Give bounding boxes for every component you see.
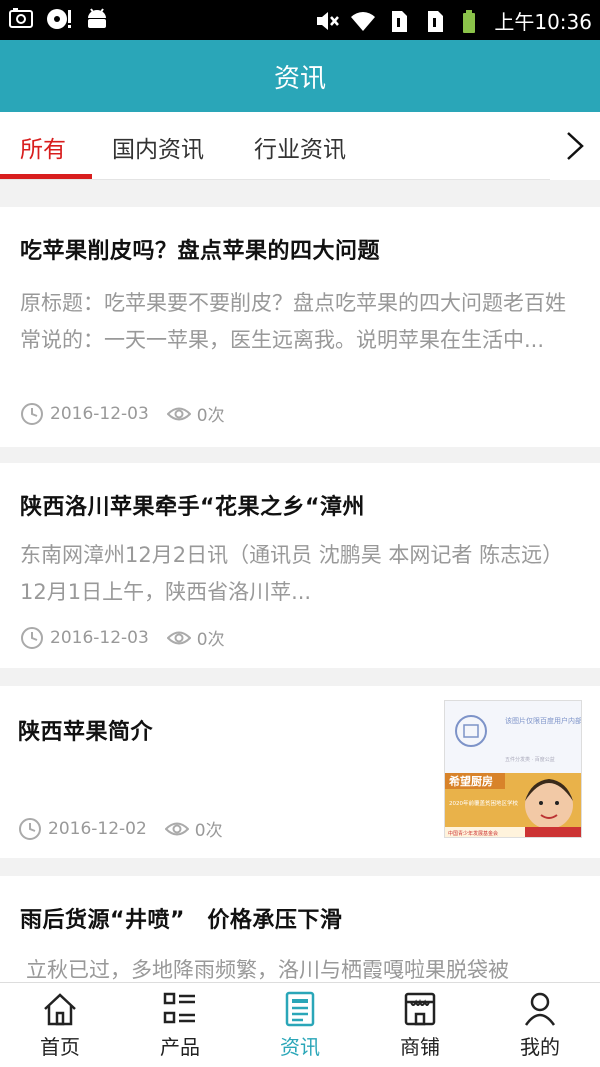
android-icon	[88, 8, 106, 28]
article-card[interactable]: 陕西苹果简介 2016-12-02 0次 该图片仅限百度用户内部交流使用 五件分…	[0, 686, 600, 858]
thumbnail-notice-text: 该图片仅限百度用户内部交流使用	[505, 716, 582, 725]
nav-profile-label: 我的	[520, 1034, 560, 1059]
article-meta: 2016-12-02 0次	[18, 816, 223, 841]
shop-icon	[404, 992, 436, 1025]
clock-icon	[21, 402, 43, 425]
nav-home[interactable]: 首页	[0, 983, 120, 1067]
article-date: 2016-12-03	[50, 403, 149, 424]
screenshot-icon	[9, 8, 33, 28]
page-title: 资讯	[273, 64, 326, 94]
eye-icon	[166, 631, 191, 644]
tab-all[interactable]: 所有	[20, 130, 66, 164]
thumbnail-banner-title: 希望厨房	[448, 774, 493, 788]
article-card[interactable]: 陕西洛川苹果牵手“花果之乡“漳州 东南网漳州12月2日讯（通讯员 沈鹏昊 本网记…	[0, 463, 600, 668]
disc-alert-icon	[47, 9, 71, 29]
chevron-right-icon	[567, 132, 584, 160]
battery-icon	[463, 9, 476, 33]
nav-products-label: 产品	[160, 1034, 200, 1059]
thumbnail-image: 该图片仅限百度用户内部交流使用 五件分发类 · 百度公益 希望厨房 2020年前…	[445, 701, 582, 837]
article-card[interactable]: 吃苹果削皮吗？盘点苹果的四大问题 原标题：吃苹果要不要削皮？盘点吃苹果的四大问题…	[0, 207, 600, 447]
article-meta: 2016-12-03 0次	[20, 625, 225, 650]
active-tab-indicator	[0, 174, 92, 179]
thumbnail-sub-text: 五件分发类 · 百度公益	[505, 756, 555, 763]
nav-home-label: 首页	[40, 1034, 80, 1059]
article-title[interactable]: 陕西洛川苹果牵手“花果之乡“漳州	[20, 489, 365, 521]
wifi-icon	[351, 11, 376, 31]
thumbnail-org-text: 中国青少年发展基金会	[448, 830, 498, 837]
app-header: 资讯	[0, 40, 600, 112]
article-summary: 原标题：吃苹果要不要削皮？盘点吃苹果的四大问题老百姓常说的：一天一苹果，医生远离…	[20, 291, 566, 352]
article-card[interactable]: 雨后货源“井喷” 价格承压下滑 立秋已过，多地降雨频繁，洛川与栖霞嘎啦果脱袋被	[0, 876, 600, 982]
nav-news[interactable]: 资讯	[240, 983, 360, 1067]
tab-domestic[interactable]: 国内资讯	[112, 130, 204, 164]
article-views: 0次	[196, 630, 225, 650]
article-meta: 2016-12-03 0次	[20, 401, 225, 426]
bottom-nav: 首页 产品 资讯 商铺 我的	[0, 982, 600, 1067]
nav-news-label: 资讯	[280, 1034, 320, 1059]
mute-icon	[317, 11, 340, 30]
sim1-icon	[392, 10, 408, 32]
news-icon	[285, 991, 315, 1026]
nav-profile[interactable]: 我的	[480, 983, 600, 1067]
sim2-icon	[428, 10, 444, 32]
article-title[interactable]: 陕西苹果简介	[18, 714, 153, 746]
status-bar: 上午10:36	[0, 0, 600, 40]
article-views: 0次	[196, 406, 225, 426]
status-time: 上午10:36	[494, 10, 592, 34]
article-title[interactable]: 雨后货源“井喷” 价格承压下滑	[20, 902, 342, 934]
nav-shop-label: 商铺	[400, 1034, 440, 1059]
nav-shop[interactable]: 商铺	[360, 983, 480, 1067]
category-tabs: 所有 国内资讯 行业资讯	[0, 112, 600, 180]
article-date: 2016-12-02	[48, 818, 147, 839]
user-icon	[524, 992, 556, 1026]
eye-icon	[166, 407, 191, 420]
nav-products[interactable]: 产品	[120, 983, 240, 1067]
grid-list-icon	[163, 992, 195, 1023]
article-title[interactable]: 吃苹果削皮吗？盘点苹果的四大问题	[20, 233, 380, 265]
eye-icon	[164, 822, 189, 835]
clock-icon	[19, 817, 41, 840]
article-thumbnail[interactable]: 该图片仅限百度用户内部交流使用 五件分发类 · 百度公益 希望厨房 2020年前…	[444, 700, 582, 838]
thumbnail-banner-line: 2020年前覆盖贫困地区学校	[449, 799, 518, 807]
tab-industry[interactable]: 行业资讯	[254, 130, 346, 164]
clock-icon	[21, 626, 43, 649]
article-views: 0次	[194, 821, 223, 841]
article-summary: 东南网漳州12月2日讯（通讯员 沈鹏昊 本网记者 陈志远） 12月1日上午，陕西…	[20, 543, 564, 604]
article-date: 2016-12-03	[50, 627, 149, 648]
tabs-scroll-right-button[interactable]	[550, 112, 600, 180]
home-icon	[44, 992, 76, 1025]
